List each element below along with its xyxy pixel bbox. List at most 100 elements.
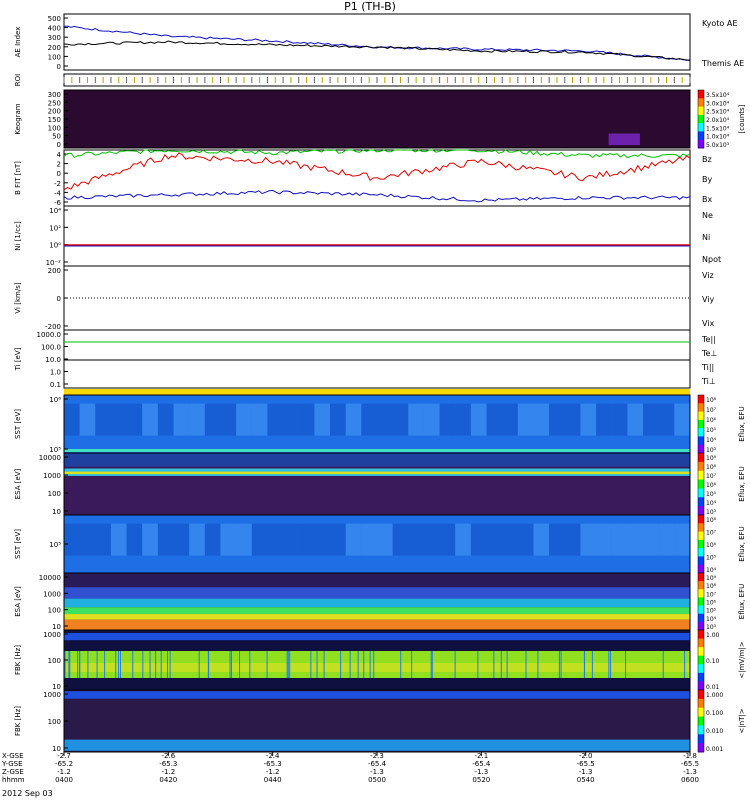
panel-fbk_b: FBK [Hz]1000100101.0000.1000.0100.001<|n… — [14, 689, 746, 753]
x-tick-label: -2.3 — [370, 752, 384, 760]
spectrogram-cell — [502, 403, 518, 436]
x-row-label: X-GSE — [2, 752, 24, 760]
spectrogram-streak — [160, 651, 162, 678]
spectrogram-streak — [68, 651, 70, 678]
colorbar-tick-label: 0.01 — [706, 684, 720, 691]
y-tick-label: 0 — [57, 63, 61, 71]
colorbar-segment — [698, 556, 704, 566]
spectrogram-cell — [361, 523, 377, 556]
x-tick-label: -1.2 — [161, 768, 175, 776]
colorbar-tick-label: 10⁸ — [706, 517, 717, 524]
spectrogram-cell — [361, 403, 377, 436]
x-tick-label: -2.0 — [579, 752, 593, 760]
legend-entry: Te|| — [701, 335, 716, 344]
spectrogram-streak — [208, 651, 210, 678]
spectrogram-cell — [110, 523, 127, 556]
colorbar-segment — [698, 672, 704, 682]
x-tick-label: 0520 — [472, 776, 490, 784]
spectrogram-streak — [525, 651, 527, 678]
panel-ti-label: Ti [eV] — [14, 347, 22, 371]
colorbar-label: Eflux, EFU — [738, 526, 746, 561]
spectrogram-cell — [392, 403, 409, 436]
spectrogram-cell — [220, 403, 237, 436]
colorbar-segment — [698, 139, 704, 149]
panel-esa_i-label: ESA [eV] — [14, 586, 22, 617]
legend-entry: Ne — [702, 211, 713, 220]
colorbar-segment — [698, 436, 704, 446]
y-tick-label: 10⁻² — [46, 259, 62, 267]
spectrogram-cell — [95, 523, 111, 556]
panel-esa_e: ESA [eV] 10000 1000 100 10 10⁹ 10⁸ 10⁷ 10⁶ 10⁵ 10⁴… — [14, 452, 746, 516]
panel-roi: ROI — [14, 73, 691, 87]
colorbar-segment — [698, 428, 704, 437]
y-tick-label: 100 — [48, 657, 61, 665]
spectrogram-streak — [411, 651, 413, 678]
colorbar-segment — [698, 548, 704, 557]
x-tick-label: -1.2 — [57, 768, 71, 776]
colorbar-tick-label: 1.000 — [706, 692, 723, 699]
y-tick-label: 2 — [57, 161, 61, 169]
panel-ti: Ti [eV] 1000.0 100.0 10.0 1.0 0.1 Te|| Te⊥ Ti|| T… — [14, 329, 717, 395]
x-row-label: Z-GSE — [2, 768, 24, 776]
x-tick-label: -1.3 — [370, 768, 384, 776]
colorbar-tick-label: 2.0x10⁴ — [706, 117, 730, 124]
x-tick-label: -2.7 — [57, 752, 71, 760]
y-tick-label: 10⁰ — [49, 242, 61, 250]
spectrogram-cell — [79, 403, 96, 436]
spectrogram-cell — [157, 523, 174, 556]
colorbar-segment — [698, 453, 704, 463]
spectrogram-streak — [239, 651, 241, 678]
y-tick-label: 100 — [48, 53, 61, 61]
panel-keogram: Keogram 300250200150100500 3.5x10⁴3.0x10⁴ 2… — [14, 89, 746, 149]
spectrogram-cell — [64, 523, 80, 556]
spectrogram-streak — [132, 651, 134, 678]
spectrogram-band — [64, 587, 690, 599]
spectrogram-cell — [455, 523, 471, 556]
spectrogram-cell — [267, 403, 284, 436]
spectrogram-streak — [115, 651, 117, 678]
y-tick-label: -2 — [54, 180, 61, 188]
spectrogram-cell — [157, 403, 174, 436]
spectrogram-cell — [283, 523, 299, 556]
spectrogram-cell — [564, 403, 581, 436]
x-tick-label: -1.3 — [683, 768, 697, 776]
y-tick-label: 1000 — [43, 472, 61, 480]
colorbar-segment — [698, 131, 704, 141]
colorbar-label: <|nT|> — [738, 708, 746, 733]
spectrogram-streak — [477, 651, 479, 678]
spectrogram-cell — [236, 403, 252, 436]
spectrogram-streak — [591, 651, 593, 678]
y-tick-label: 300 — [48, 34, 61, 42]
spectrogram-cell — [251, 523, 268, 556]
spectrogram-cell — [486, 403, 503, 436]
colorbar-tick-label: 10⁴ — [706, 567, 717, 574]
spectrogram-streak — [349, 651, 351, 678]
spectrogram-cell — [392, 523, 409, 556]
spectrogram-streak — [286, 651, 288, 678]
spectrogram-cell — [596, 523, 612, 556]
colorbar-tick-label: 10³ — [706, 509, 717, 516]
spectrogram-streak — [584, 651, 586, 678]
spectrogram-streak — [430, 651, 432, 678]
spectrogram-cell — [627, 523, 644, 556]
spectrogram-cell — [502, 523, 518, 556]
panel-roi-label: ROI — [14, 74, 22, 86]
spectrogram-band-high — [64, 453, 690, 467]
spectrogram-cell — [95, 403, 111, 436]
legend-entry: Kyoto AE — [702, 19, 737, 28]
colorbar-tick-label: 5.0x10³ — [706, 142, 730, 149]
colorbar-segment — [698, 707, 704, 718]
y-tick-label: 0 — [57, 295, 61, 303]
spectrogram-cell — [189, 403, 205, 436]
colorbar-tick-label: 1.0x10⁴ — [706, 134, 730, 141]
spectrogram-band — [64, 449, 690, 452]
spectrogram-streak — [493, 651, 495, 678]
spectrogram-cell — [142, 403, 158, 436]
colorbar-tick-label: 0.010 — [706, 728, 723, 735]
colorbar-tick-label: 0.100 — [706, 710, 723, 717]
date-label: 2012 Sep 03 — [2, 789, 53, 798]
x-tick-label: -2.4 — [266, 752, 280, 760]
spectrogram-streak — [369, 651, 371, 678]
spectrogram-streak — [249, 651, 251, 678]
x-tick-label: -65.3 — [264, 760, 282, 768]
